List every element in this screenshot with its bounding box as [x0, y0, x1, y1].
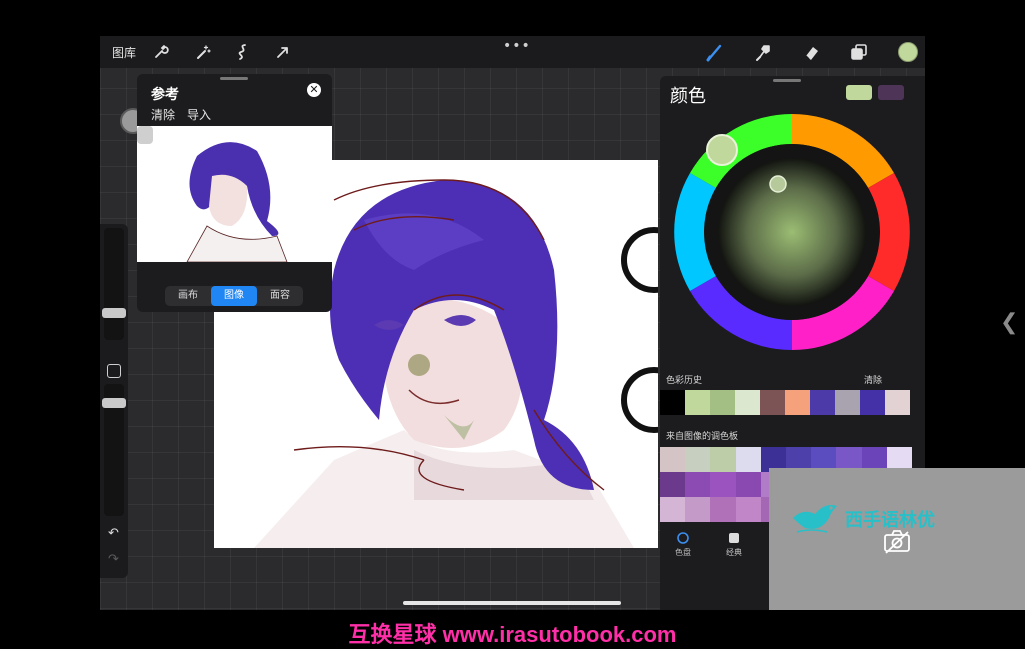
- history-swatch[interactable]: [685, 390, 710, 415]
- brush-size-slider[interactable]: [102, 228, 126, 340]
- history-swatch[interactable]: [835, 390, 860, 415]
- palette-swatch[interactable]: [735, 447, 761, 472]
- palette-swatch[interactable]: [660, 497, 686, 522]
- history-label: 色彩历史: [666, 376, 703, 386]
- palette-swatch[interactable]: [685, 472, 711, 497]
- tab-image[interactable]: 图像: [211, 286, 257, 306]
- tab-disc-label: 色盘: [675, 548, 691, 557]
- wrench-icon[interactable]: [150, 41, 172, 63]
- left-sidebar: ↶ ↷: [100, 224, 128, 578]
- history-swatch[interactable]: [760, 390, 785, 415]
- color-wheel[interactable]: [670, 110, 914, 354]
- palette-swatch[interactable]: [735, 472, 761, 497]
- square-icon: [729, 533, 739, 543]
- close-icon[interactable]: ✕: [307, 83, 321, 97]
- tab-disc[interactable]: 色盘: [663, 532, 703, 558]
- footer-watermark-text: 互换星球 www.irasutobook.com: [348, 622, 677, 647]
- history-swatch[interactable]: [735, 390, 760, 415]
- reference-illustration: [137, 126, 288, 262]
- top-toolbar: 图库 •••: [100, 36, 925, 68]
- undo-icon[interactable]: ↶: [108, 526, 119, 541]
- selection-icon[interactable]: [232, 41, 254, 63]
- reference-mode-toggle: 画布 图像 面容: [165, 286, 303, 306]
- reference-clear-button[interactable]: 清除: [151, 106, 175, 123]
- opacity-thumb[interactable]: [102, 398, 126, 408]
- magic-wand-icon[interactable]: [192, 41, 214, 63]
- history-swatch[interactable]: [710, 390, 735, 415]
- color-panel-grabber[interactable]: [773, 79, 801, 82]
- disc-icon: [677, 532, 689, 544]
- history-swatch[interactable]: [810, 390, 835, 415]
- reference-panel-grabber[interactable]: [220, 77, 248, 80]
- chevron-left-icon[interactable]: ❮: [1000, 310, 1018, 335]
- smudge-icon[interactable]: [752, 41, 774, 63]
- gallery-button[interactable]: 图库: [112, 44, 136, 61]
- tab-classic-label: 经典: [726, 548, 742, 557]
- history-swatch[interactable]: [660, 390, 685, 415]
- reference-import-button[interactable]: 导入: [187, 106, 211, 123]
- history-swatch[interactable]: [885, 390, 910, 415]
- secondary-color-swatch[interactable]: [878, 85, 904, 100]
- layers-icon[interactable]: [848, 41, 870, 63]
- camera-off-icon: [884, 530, 910, 554]
- redo-icon[interactable]: ↷: [108, 552, 119, 567]
- color-panel-title: 颜色: [670, 86, 706, 107]
- tab-canvas[interactable]: 画布: [165, 286, 211, 306]
- current-color-button[interactable]: [898, 42, 918, 62]
- palette-swatch[interactable]: [710, 497, 736, 522]
- tab-face[interactable]: 面容: [257, 286, 303, 306]
- reference-panel: 参考 清除 导入 ✕ 画布 图像 面容: [137, 74, 332, 312]
- brush-icon[interactable]: [704, 41, 726, 63]
- palette-swatch[interactable]: [735, 497, 761, 522]
- palette-swatch[interactable]: [660, 472, 686, 497]
- tab-classic[interactable]: 经典: [714, 532, 754, 558]
- transform-arrow-icon[interactable]: [272, 41, 294, 63]
- brush-size-thumb[interactable]: [102, 308, 126, 318]
- palette-swatch[interactable]: [685, 497, 711, 522]
- history-swatch[interactable]: [860, 390, 885, 415]
- palette-swatch[interactable]: [710, 472, 736, 497]
- opacity-slider[interactable]: [102, 384, 126, 516]
- history-swatch[interactable]: [785, 390, 810, 415]
- primary-color-swatch[interactable]: [846, 85, 872, 100]
- reference-image: [137, 126, 332, 262]
- palette-swatch[interactable]: [685, 447, 711, 472]
- reference-title: 参考: [151, 87, 179, 103]
- palette-label: 来自图像的调色板: [666, 432, 739, 442]
- modify-button[interactable]: [107, 364, 121, 378]
- more-options-icon[interactable]: •••: [503, 38, 531, 54]
- history-clear-button[interactable]: 清除: [864, 373, 882, 386]
- palette-swatch[interactable]: [660, 447, 686, 472]
- bird-logo-icon: [793, 505, 837, 533]
- watermark-overlay: 西手语林优: [769, 468, 1025, 610]
- home-indicator[interactable]: [403, 601, 621, 605]
- eraser-icon[interactable]: [800, 41, 822, 63]
- palette-swatch[interactable]: [710, 447, 736, 472]
- color-history: [660, 390, 910, 415]
